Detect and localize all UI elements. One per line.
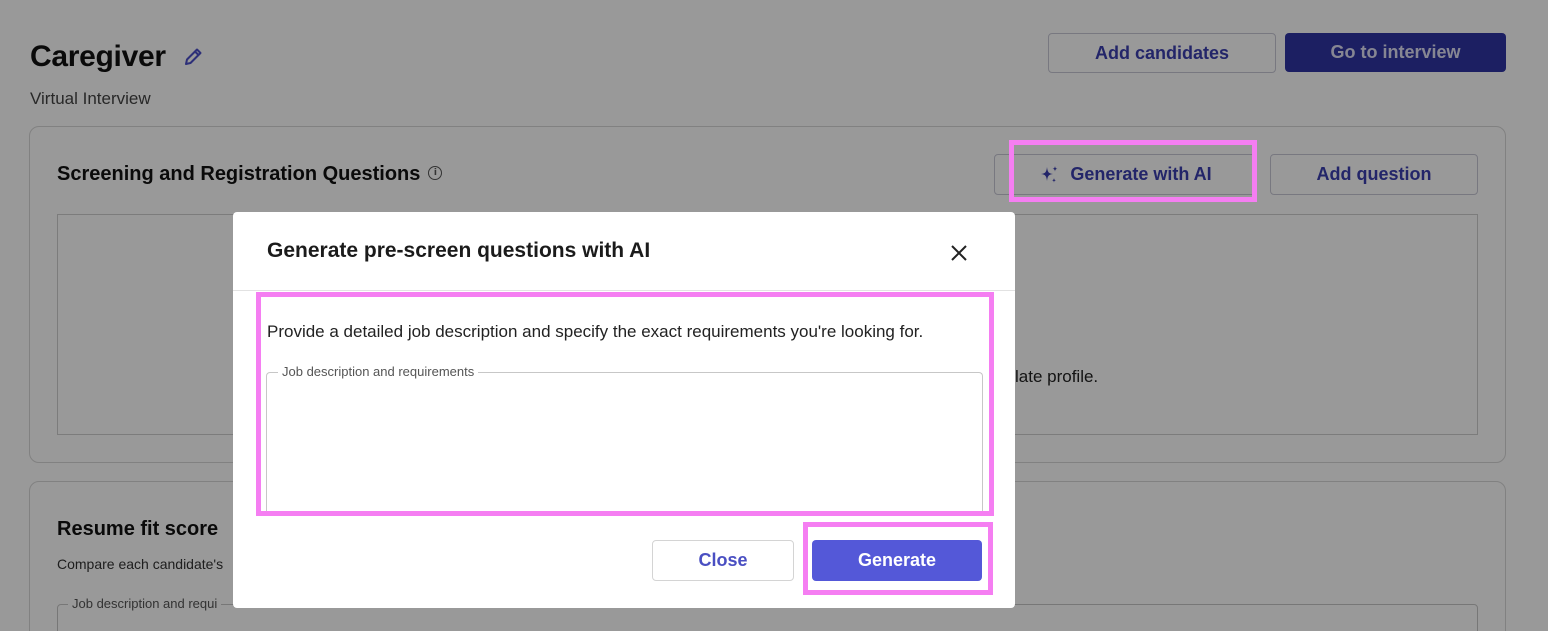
close-icon[interactable] bbox=[946, 240, 972, 266]
generate-button[interactable]: Generate bbox=[812, 540, 982, 581]
dialog-divider bbox=[233, 290, 1015, 291]
generate-questions-dialog: Generate pre-screen questions with AI Pr… bbox=[233, 212, 1015, 608]
dialog-title: Generate pre-screen questions with AI bbox=[267, 239, 651, 262]
job-description-label: Job description and requirements bbox=[278, 364, 479, 379]
dialog-description: Provide a detailed job description and s… bbox=[267, 322, 924, 341]
dialog-close-button[interactable]: Close bbox=[652, 540, 794, 581]
job-description-textarea[interactable]: Job description and requirements bbox=[266, 364, 983, 512]
